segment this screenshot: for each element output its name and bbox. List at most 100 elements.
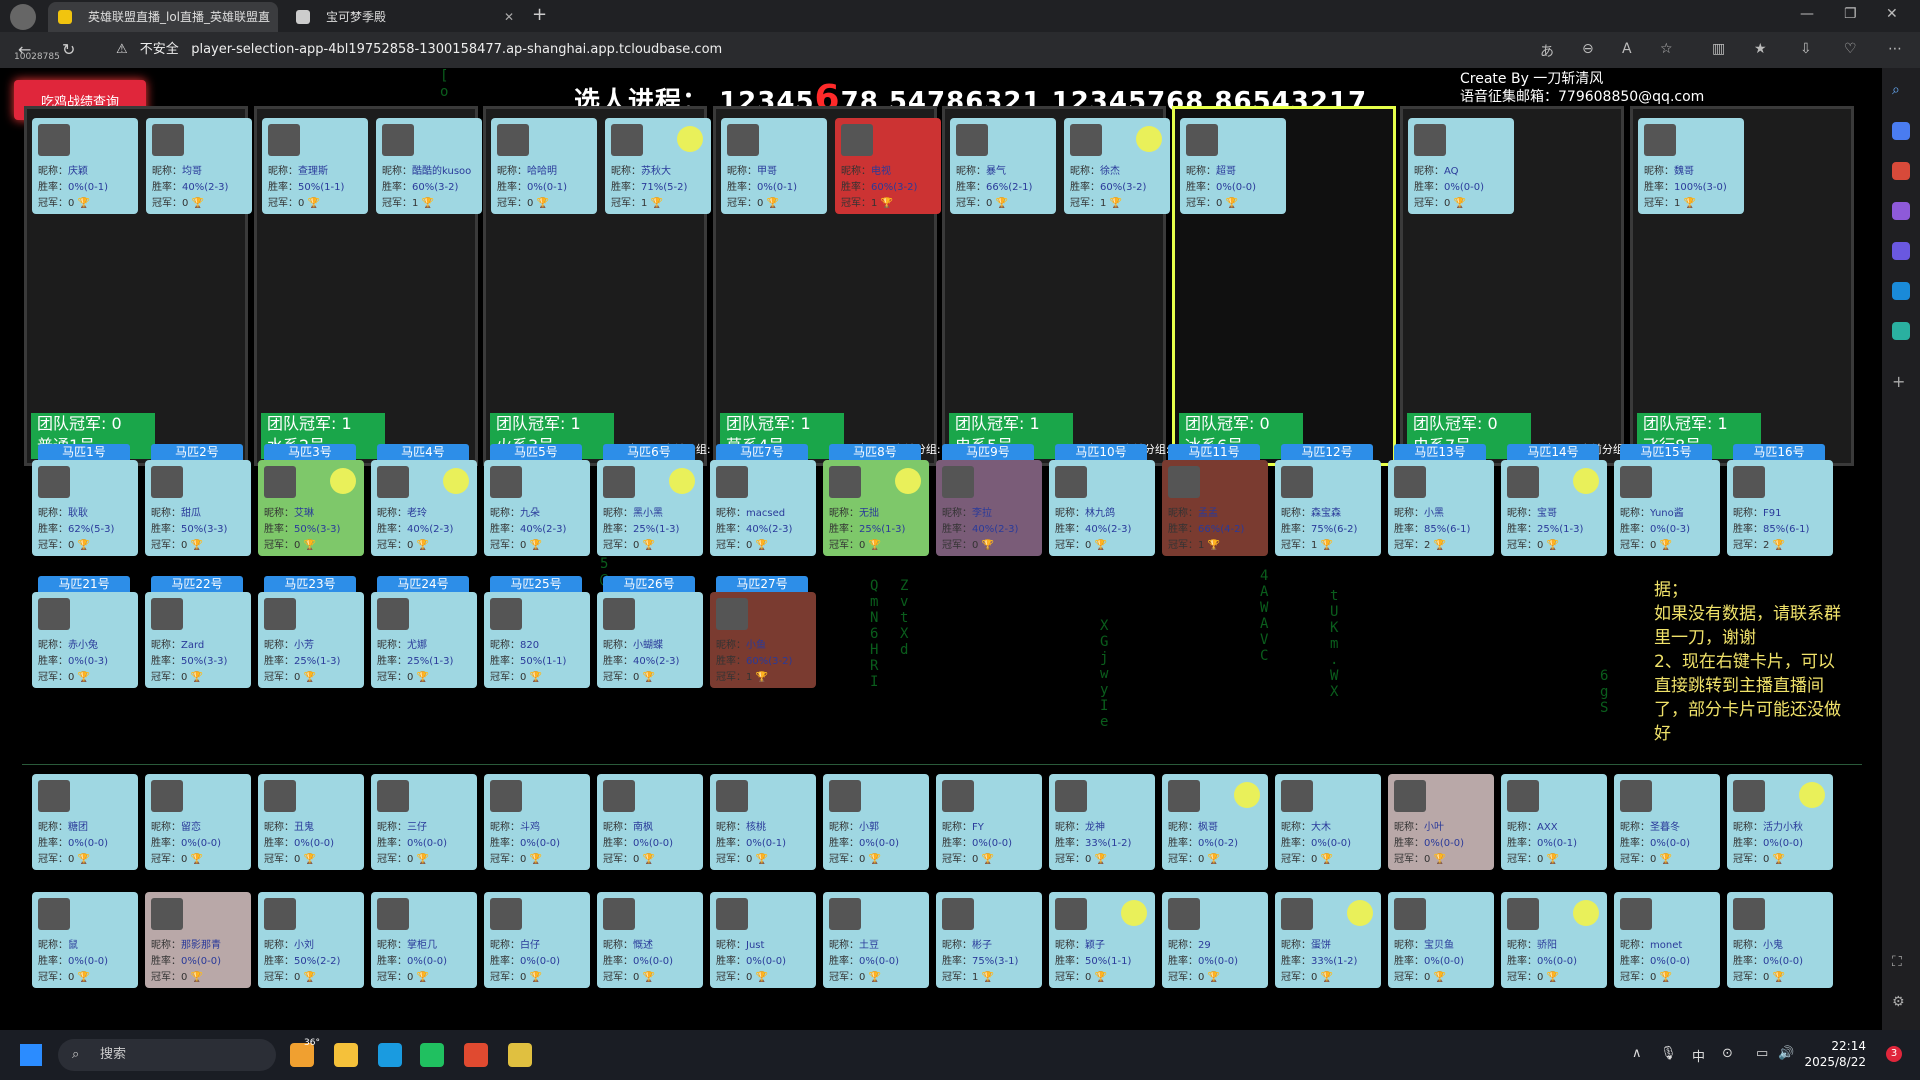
- speaker-icon[interactable]: [443, 468, 469, 494]
- player-card[interactable]: 昵称：三仔 胜率：0%(0-0) 冠军：0 🏆: [371, 774, 477, 870]
- player-card[interactable]: 昵称：AXX 胜率：0%(0-1) 冠军：0 🏆: [1501, 774, 1607, 870]
- translate-icon[interactable]: あ: [1540, 41, 1554, 61]
- player-card[interactable]: 昵称：老玲 胜率：40%(2-3) 冠军：0 🏆: [371, 460, 477, 556]
- player-card[interactable]: 昵称：苏秋大 胜率：71%(5-2) 冠军：1 🏆: [605, 118, 711, 214]
- speaker-icon[interactable]: [677, 126, 703, 152]
- player-card[interactable]: 昵称：糖团 胜率：0%(0-0) 冠军：0 🏆: [32, 774, 138, 870]
- player-card[interactable]: 昵称：掌柜几 胜率：0%(0-0) 冠军：0 🏆: [371, 892, 477, 988]
- player-card[interactable]: 昵称：森宝森 胜率：75%(6-2) 冠军：1 🏆: [1275, 460, 1381, 556]
- speaker-icon[interactable]: [1347, 900, 1373, 926]
- volume-icon[interactable]: 🔊: [1778, 1046, 1794, 1061]
- player-card[interactable]: 昵称：小黑 胜率：85%(6-1) 冠军：2 🏆: [1388, 460, 1494, 556]
- player-card[interactable]: 昵称：macsed 胜率：40%(2-3) 冠军：0 🏆: [710, 460, 816, 556]
- player-card[interactable]: 昵称：孟孟 胜率：66%(4-2) 冠军：1 🏆: [1162, 460, 1268, 556]
- player-card[interactable]: 昵称：尤娜 胜率：25%(1-3) 冠军：0 🏆: [371, 592, 477, 688]
- app-icon[interactable]: [464, 1043, 488, 1067]
- favorite-star-icon[interactable]: ☆: [1660, 41, 1673, 57]
- restore-icon[interactable]: ❐: [1844, 6, 1857, 22]
- player-card[interactable]: 昵称：AQ 胜率：0%(0-0) 冠军：0 🏆: [1408, 118, 1514, 214]
- player-card[interactable]: 昵称：慨述 胜率：0%(0-0) 冠军：0 🏆: [597, 892, 703, 988]
- app-tray-icon[interactable]: ⊙: [1722, 1046, 1733, 1061]
- player-card[interactable]: 昵称：活力小秋 胜率：0%(0-0) 冠军：0 🏆: [1727, 774, 1833, 870]
- tab-pokemon[interactable]: 宝可梦季殿 ✕: [286, 2, 522, 32]
- zoom-out-icon[interactable]: ⊖: [1582, 41, 1594, 57]
- speaker-icon[interactable]: [895, 468, 921, 494]
- download-icon[interactable]: ⇩: [1800, 41, 1812, 57]
- player-card[interactable]: 昵称：Zard 胜率：50%(3-3) 冠军：0 🏆: [145, 592, 251, 688]
- url-field[interactable]: ⚠ 不安全 player-selection-app-4bl19752858-1…: [116, 38, 1716, 62]
- player-card[interactable]: 昵称：大木 胜率：0%(0-0) 冠军：0 🏆: [1275, 774, 1381, 870]
- player-card[interactable]: 昵称：小蝴蝶 胜率：40%(2-3) 冠军：0 🏆: [597, 592, 703, 688]
- ime-indicator[interactable]: 中: [1692, 1046, 1705, 1065]
- close-icon[interactable]: ✕: [260, 2, 270, 32]
- player-card[interactable]: 昵称：小郭 胜率：0%(0-0) 冠军：0 🏆: [823, 774, 929, 870]
- player-card[interactable]: 昵称：核桃 胜率：0%(0-1) 冠军：0 🏆: [710, 774, 816, 870]
- player-card[interactable]: 昵称：鼠 胜率：0%(0-0) 冠军：0 🏆: [32, 892, 138, 988]
- settings-gear-icon[interactable]: ⚙: [1892, 994, 1910, 1012]
- player-card[interactable]: 昵称：蛋饼 胜率：33%(1-2) 冠军：0 🏆: [1275, 892, 1381, 988]
- wechat-icon[interactable]: [420, 1043, 444, 1067]
- new-tab-icon[interactable]: +: [532, 4, 547, 25]
- player-card[interactable]: 昵称：甲哥 胜率：0%(0-1) 冠军：0 🏆: [721, 118, 827, 214]
- player-card[interactable]: 昵称：圣暮冬 胜率：0%(0-0) 冠军：0 🏆: [1614, 774, 1720, 870]
- speaker-icon[interactable]: [1121, 900, 1147, 926]
- player-card[interactable]: 昵称：徐杰 胜率：60%(3-2) 冠军：1 🏆: [1064, 118, 1170, 214]
- player-card[interactable]: 昵称：彬子 胜率：75%(3-1) 冠军：1 🏆: [936, 892, 1042, 988]
- minimize-icon[interactable]: —: [1800, 6, 1814, 22]
- outlook-icon[interactable]: [1892, 282, 1910, 300]
- player-card[interactable]: 昵称：庆颖 胜率：0%(0-1) 冠军：0 🏆: [32, 118, 138, 214]
- extensions-icon[interactable]: ♡: [1844, 41, 1857, 57]
- split-view-icon[interactable]: ▥: [1712, 41, 1725, 57]
- player-card[interactable]: 昵称：均哥 胜率：40%(2-3) 冠军：0 🏆: [146, 118, 252, 214]
- speaker-icon[interactable]: [669, 468, 695, 494]
- player-card[interactable]: 昵称：小鱼 胜率：60%(3-2) 冠军：1 🏆: [710, 592, 816, 688]
- screenshot-icon[interactable]: ⛶: [1892, 954, 1910, 972]
- taskbar-search[interactable]: ⌕ 搜索: [58, 1039, 276, 1071]
- start-icon[interactable]: [20, 1044, 42, 1066]
- tray-chevron-icon[interactable]: ∧: [1632, 1046, 1642, 1061]
- player-card[interactable]: 昵称：九朵 胜率：40%(2-3) 冠军：0 🏆: [484, 460, 590, 556]
- speaker-icon[interactable]: [1136, 126, 1162, 152]
- player-card[interactable]: 昵称：李拉 胜率：40%(2-3) 冠军：0 🏆: [936, 460, 1042, 556]
- close-icon[interactable]: ✕: [504, 2, 514, 32]
- player-card[interactable]: 昵称：小鬼 胜率：0%(0-0) 冠军：0 🏆: [1727, 892, 1833, 988]
- refresh-icon[interactable]: ↻: [62, 40, 75, 59]
- player-card[interactable]: 昵称：留恋 胜率：0%(0-0) 冠军：0 🏆: [145, 774, 251, 870]
- player-card[interactable]: 昵称：赤小兔 胜率：0%(0-3) 冠军：0 🏆: [32, 592, 138, 688]
- player-card[interactable]: 昵称：暴气 胜率：66%(2-1) 冠军：0 🏆: [950, 118, 1056, 214]
- player-card[interactable]: 昵称：monet 胜率：0%(0-0) 冠军：0 🏆: [1614, 892, 1720, 988]
- player-card[interactable]: 昵称：820 胜率：50%(1-1) 冠军：0 🏆: [484, 592, 590, 688]
- player-card[interactable]: 昵称：甜瓜 胜率：50%(3-3) 冠军：0 🏆: [145, 460, 251, 556]
- network-icon[interactable]: ▭: [1756, 1046, 1768, 1061]
- window-close-icon[interactable]: ✕: [1886, 6, 1898, 22]
- player-card[interactable]: 昵称：斗鸡 胜率：0%(0-0) 冠军：0 🏆: [484, 774, 590, 870]
- clock[interactable]: 22:14 2025/8/22: [1800, 1038, 1866, 1070]
- add-icon[interactable]: +: [1892, 372, 1910, 391]
- player-card[interactable]: 昵称：小叶 胜率：0%(0-0) 冠军：0 🏆: [1388, 774, 1494, 870]
- player-card[interactable]: 昵称：宝哥 胜率：25%(1-3) 冠军：0 🏆: [1501, 460, 1607, 556]
- player-card[interactable]: 昵称：丑鬼 胜率：0%(0-0) 冠军：0 🏆: [258, 774, 364, 870]
- player-card[interactable]: 昵称：Just 胜率：0%(0-0) 冠军：0 🏆: [710, 892, 816, 988]
- send-icon[interactable]: [1892, 322, 1910, 340]
- games-icon[interactable]: [1892, 202, 1910, 220]
- app-icon[interactable]: [508, 1043, 532, 1067]
- player-card[interactable]: 昵称：超哥 胜率：0%(0-0) 冠军：0 🏆: [1180, 118, 1286, 214]
- tools-icon[interactable]: [1892, 162, 1910, 180]
- search-icon[interactable]: ⌕: [1892, 82, 1910, 100]
- player-card[interactable]: 昵称：林九鸽 胜率：40%(2-3) 冠军：0 🏆: [1049, 460, 1155, 556]
- player-card[interactable]: 昵称：电视 胜率：60%(3-2) 冠军：1 🏆: [835, 118, 941, 214]
- player-card[interactable]: 昵称：白仔 胜率：0%(0-0) 冠军：0 🏆: [484, 892, 590, 988]
- player-card[interactable]: 昵称：颖子 胜率：50%(1-1) 冠军：0 🏆: [1049, 892, 1155, 988]
- speaker-icon[interactable]: [1234, 782, 1260, 808]
- microphone-icon[interactable]: 🎙: [1660, 1046, 1677, 1061]
- read-aloud-icon[interactable]: A: [1622, 41, 1632, 57]
- player-card[interactable]: 昵称：魏哥 胜率：100%(3-0) 冠军：1 🏆: [1638, 118, 1744, 214]
- favorites-icon[interactable]: ★: [1754, 41, 1767, 57]
- edge-icon[interactable]: [378, 1043, 402, 1067]
- file-explorer-icon[interactable]: [334, 1043, 358, 1067]
- player-card[interactable]: 昵称：土豆 胜率：0%(0-0) 冠军：0 🏆: [823, 892, 929, 988]
- player-card[interactable]: 昵称：哈哈明 胜率：0%(0-1) 冠军：0 🏆: [491, 118, 597, 214]
- player-card[interactable]: 昵称：南枫 胜率：0%(0-0) 冠军：0 🏆: [597, 774, 703, 870]
- profile-avatar[interactable]: [10, 4, 36, 30]
- player-card[interactable]: 昵称：小芳 胜率：25%(1-3) 冠军：0 🏆: [258, 592, 364, 688]
